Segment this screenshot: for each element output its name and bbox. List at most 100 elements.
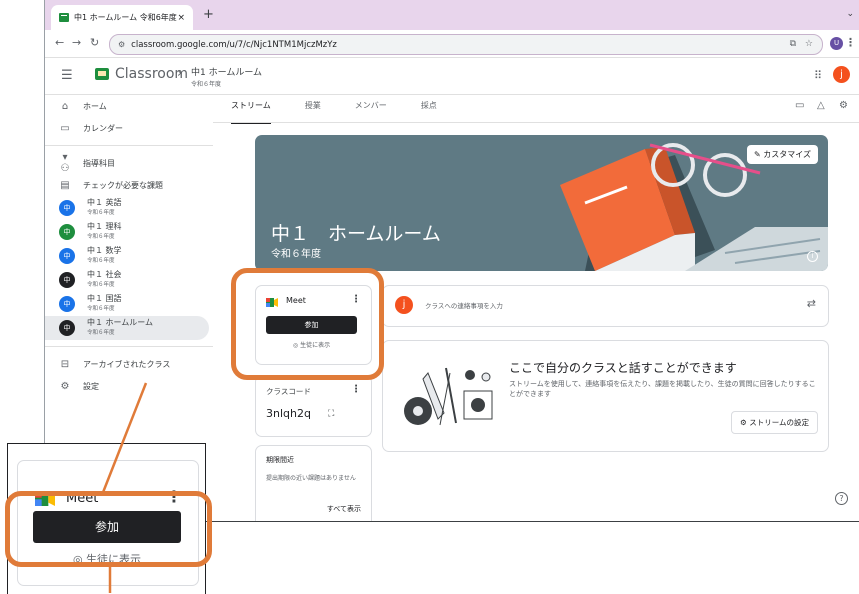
url-text: classroom.google.com/u/7/c/Njc1NTM1MjczM… — [131, 39, 337, 50]
customize-button[interactable]: ✎ カスタマイズ — [746, 145, 818, 164]
tabs-divider — [213, 122, 859, 123]
sidebar-item-course[interactable]: 中 中１ 理科 令和６年度 — [45, 220, 213, 244]
site-info-icon[interactable]: ⚙ — [118, 40, 125, 49]
sidebar-item-course[interactable]: 中 中１ 数学 令和６年度 — [45, 244, 213, 268]
user-avatar[interactable]: j — [833, 66, 850, 83]
calendar-icon: ▭ — [60, 122, 70, 134]
sidebar-item-home[interactable]: ⌂ ホーム — [45, 95, 213, 117]
sidebar-item-label: カレンダー — [83, 123, 123, 133]
class-code-label: クラスコード — [266, 387, 311, 396]
class-code-options-icon[interactable]: ⋮ — [351, 384, 361, 395]
cast-icon[interactable]: ⧉ — [790, 39, 796, 49]
course-section: 令和６年度 — [87, 306, 115, 312]
course-name: 中１ 英語 — [87, 198, 122, 207]
new-tab-button[interactable]: + — [203, 7, 214, 22]
tab-classwork[interactable]: 授業 — [305, 97, 321, 122]
stream-settings-label: ストリームの設定 — [749, 418, 809, 427]
teaching-people-icon: ▾ ⚇ — [60, 152, 70, 174]
tab-search-icon[interactable]: ⌄ — [846, 9, 854, 19]
course-name: 中１ ホームルーム — [87, 318, 154, 327]
sidebar: ⌂ ホーム ▭ カレンダー ▾ ⚇ 指導科目 ▤ チェックが必要な課題 中 中１… — [45, 95, 213, 397]
apps-grid-icon[interactable]: ⠿ — [814, 69, 822, 82]
archive-icon: ⊟ — [60, 358, 70, 370]
course-section: 令和６年度 — [87, 210, 115, 216]
course-avatar: 中 — [59, 296, 75, 312]
class-tabs: ストリーム 授業 メンバー 採点 — [231, 97, 471, 124]
fullscreen-icon[interactable]: ⛶ — [328, 409, 334, 419]
address-bar-row: ← → ↻ ⚙ classroom.google.com/u/7/c/Njc1N… — [45, 30, 859, 58]
help-icon[interactable]: ? — [835, 492, 848, 505]
course-avatar: 中 — [59, 224, 75, 240]
sidebar-divider — [45, 145, 213, 146]
sidebar-item-archived[interactable]: ⊟ アーカイブされたクラス — [45, 353, 213, 375]
gear-icon: ⚙ — [740, 418, 747, 427]
course-section: 令和６年度 — [87, 330, 115, 336]
class-code-card: クラスコード ⋮ 3nlqh2q ⛶ — [255, 375, 372, 437]
announcement-placeholder[interactable]: クラスへの連絡事項を入力 — [425, 300, 503, 310]
banner-illustration — [560, 143, 828, 271]
back-icon[interactable]: ← — [55, 36, 64, 49]
customize-label: カスタマイズ — [763, 150, 811, 159]
course-section: 令和６年度 — [87, 282, 115, 288]
composer-avatar: j — [395, 296, 413, 314]
sidebar-item-label: チェックが必要な課題 — [83, 180, 163, 190]
empty-state-description: ストリームを使用して、連絡事項を伝えたり、課題を掲載したり、生徒の質問に回答した… — [509, 380, 816, 398]
reload-icon[interactable]: ↻ — [90, 36, 99, 49]
sidebar-item-todo[interactable]: ▤ チェックが必要な課題 — [45, 174, 213, 196]
course-name: 中１ 社会 — [87, 270, 122, 279]
empty-state-heading: ここで自分のクラスと話すことができます — [509, 361, 737, 375]
breadcrumb-class-name[interactable]: 中1 ホームルーム — [191, 65, 262, 78]
sidebar-item-course[interactable]: 中 中１ 国語令和６年度 — [45, 292, 213, 316]
highlight-ring-meet — [231, 268, 384, 380]
tab-people[interactable]: メンバー — [355, 97, 387, 122]
browser-tab[interactable]: 中1 ホームルーム 令和6年度 × — [51, 5, 193, 30]
pencil-icon: ✎ — [753, 150, 761, 159]
course-avatar: 中 — [59, 248, 75, 264]
sidebar-item-label: アーカイブされたクラス — [83, 359, 171, 369]
stream-empty-state: ここで自分のクラスと話すことができます ストリームを使用して、連絡事項を伝えたり… — [382, 340, 829, 452]
class-settings-icon[interactable]: ⚙ — [839, 100, 848, 111]
sidebar-item-course-active[interactable]: 中 中１ ホームルーム 令和６年度 — [45, 316, 209, 340]
browser-profile-avatar[interactable]: U — [830, 37, 843, 50]
info-icon[interactable]: i — [807, 251, 818, 262]
tab-close-icon[interactable]: × — [177, 13, 185, 23]
browser-menu-icon[interactable]: ⋮ — [845, 36, 856, 49]
stream-settings-button[interactable]: ⚙ ストリームの設定 — [731, 411, 818, 434]
view-all-link[interactable]: すべて表示 — [327, 504, 361, 514]
post-composer[interactable]: j クラスへの連絡事項を入力 ⇄ — [382, 285, 829, 327]
breadcrumb-chevron-icon: › — [177, 66, 183, 81]
sidebar-item-label: 設定 — [83, 381, 99, 391]
sidebar-item-course[interactable]: 中 中１ 英語令和６年度 — [45, 196, 213, 220]
sidebar-item-label: ホーム — [83, 101, 107, 111]
classroom-logo-icon[interactable] — [95, 68, 109, 80]
highlight-ring-zoom — [5, 491, 212, 567]
sidebar-item-label: 指導科目 — [83, 158, 115, 168]
sidebar-item-course[interactable]: 中 中１ 社会 令和６年度 — [45, 268, 213, 292]
upcoming-empty-text: 提出期限の近い課題はありません — [266, 475, 356, 482]
tab-stream[interactable]: ストリーム — [231, 97, 271, 124]
classroom-header: ☰ Classroom › 中1 ホームルーム 令和６年度 ⠿ j — [45, 57, 859, 95]
class-section-text: 令和６年度 — [271, 249, 321, 260]
sidebar-item-teaching[interactable]: ▾ ⚇ 指導科目 — [45, 152, 213, 174]
upcoming-title: 期限間近 — [266, 456, 294, 464]
course-name: 中１ 理科 — [87, 222, 122, 231]
sidebar-item-calendar[interactable]: ▭ カレンダー — [45, 117, 213, 139]
meet-video-icon[interactable]: ▭ — [795, 100, 804, 111]
tab-title: 中1 ホームルーム 令和6年度 — [74, 13, 177, 22]
main-menu-icon[interactable]: ☰ — [61, 68, 73, 83]
review-icon: ▤ — [60, 179, 70, 191]
upcoming-card: 期限間近 提出期限の近い課題はありません すべて表示 — [255, 445, 372, 521]
tab-grades[interactable]: 採点 — [421, 97, 437, 122]
breadcrumb-class-section: 令和６年度 — [191, 81, 222, 88]
address-bar[interactable]: ⚙ classroom.google.com/u/7/c/Njc1NTM1Mjc… — [109, 34, 823, 55]
bookmark-star-icon[interactable]: ☆ — [805, 39, 813, 49]
forward-icon[interactable]: → — [72, 36, 81, 49]
sidebar-item-settings[interactable]: ⚙ 設定 — [45, 375, 213, 397]
course-avatar: 中 — [59, 200, 75, 216]
course-name: 中１ 国語 — [87, 294, 122, 303]
class-banner: 中１ ホームルーム 令和６年度 ✎ カスタマイズ i — [255, 135, 828, 271]
classroom-favicon-icon — [59, 13, 69, 22]
repost-icon[interactable]: ⇄ — [807, 297, 816, 310]
drive-icon[interactable]: △ — [817, 100, 825, 111]
class-title: 中１ ホームルーム — [271, 223, 441, 245]
